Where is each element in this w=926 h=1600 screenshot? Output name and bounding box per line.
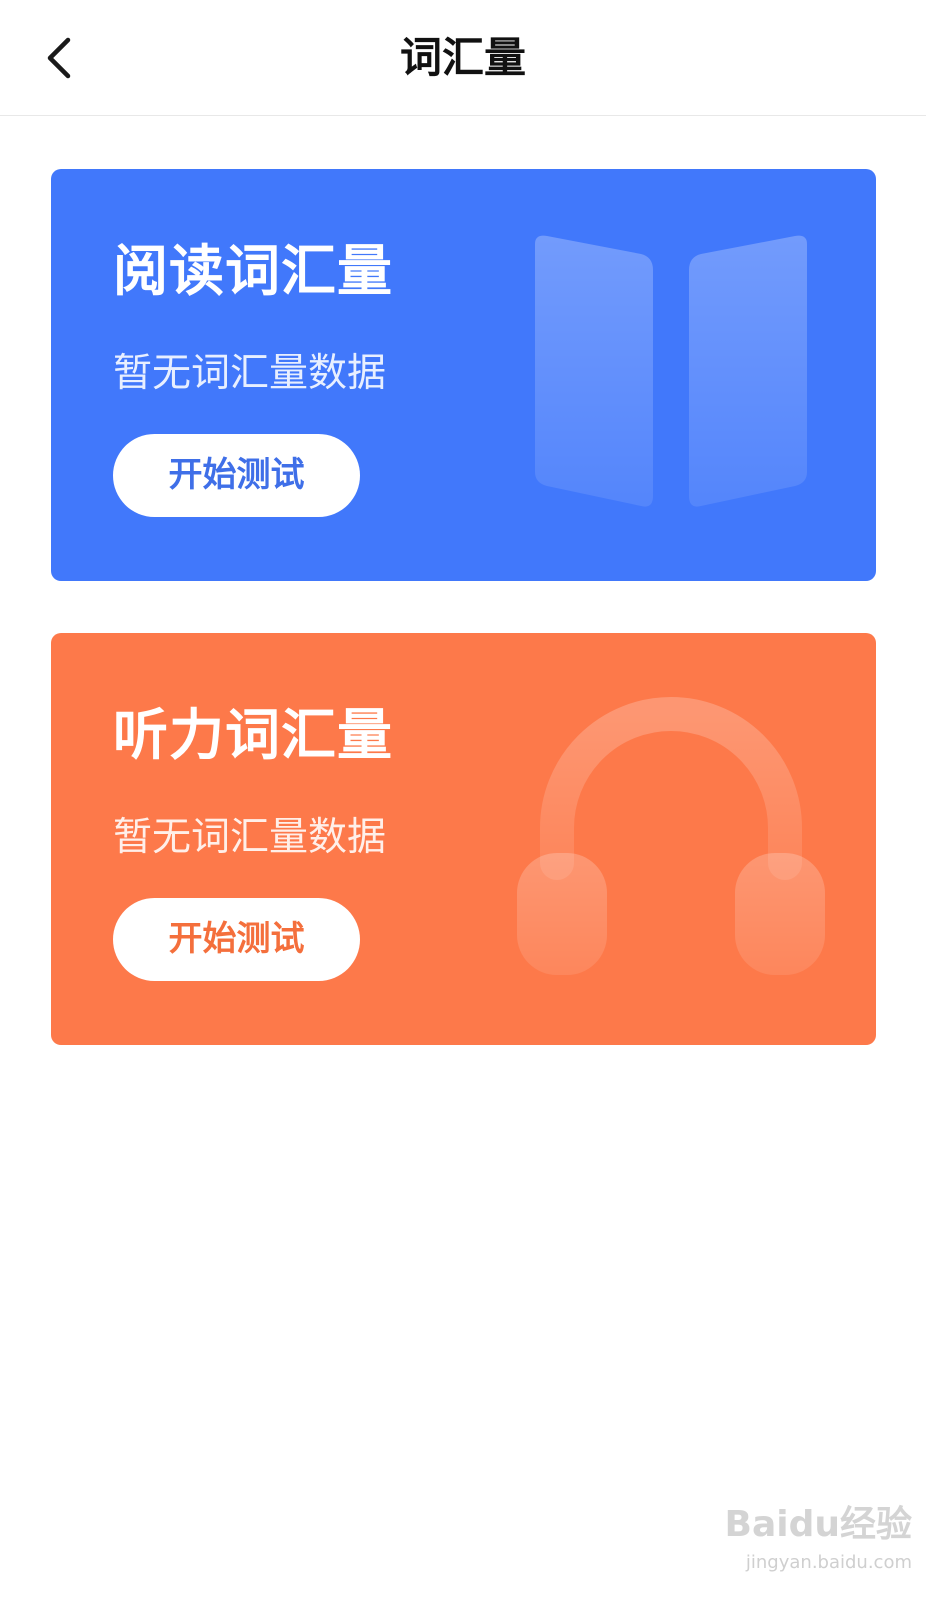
open-book-icon	[535, 235, 807, 507]
baidu-jingyan-watermark: Baidu经验 jingyan.baidu.com	[712, 1500, 912, 1590]
reading-card-status: 暂无词汇量数据	[113, 351, 387, 396]
watermark-logo: Baidu经验	[724, 1504, 912, 1545]
headphones-icon	[517, 697, 825, 975]
vocabulary-page: 词汇量 阅读词汇量 暂无词汇量数据 开始测试 听力词汇量 暂无词汇量数据 开始测…	[0, 0, 926, 1600]
listening-card-title: 听力词汇量	[113, 703, 394, 767]
reading-start-test-button[interactable]: 开始测试	[113, 434, 360, 517]
listening-vocabulary-card[interactable]: 听力词汇量 暂无词汇量数据 开始测试	[51, 633, 876, 1045]
reading-vocabulary-card[interactable]: 阅读词汇量 暂无词汇量数据 开始测试	[51, 169, 876, 581]
reading-card-title: 阅读词汇量	[113, 239, 394, 303]
page-title: 词汇量	[399, 33, 526, 82]
watermark-url: jingyan.baidu.com	[745, 1552, 912, 1573]
listening-card-status: 暂无词汇量数据	[113, 815, 387, 860]
top-nav-bar: 词汇量	[0, 0, 926, 116]
listening-start-test-button[interactable]: 开始测试	[113, 898, 360, 981]
